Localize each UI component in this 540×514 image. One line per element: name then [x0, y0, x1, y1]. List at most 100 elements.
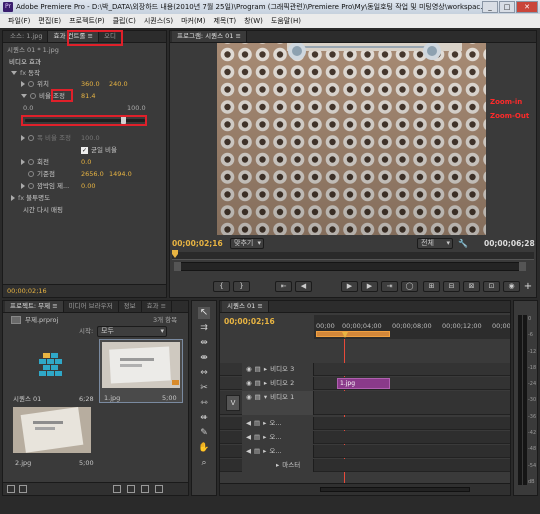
tab-sequence01[interactable]: 시퀀스 01 ≡: [222, 301, 269, 312]
zoom-tool-icon[interactable]: ⌕: [198, 457, 210, 469]
anchor-y-value[interactable]: 1494.0: [109, 169, 132, 179]
add-button-icon[interactable]: +: [522, 281, 534, 292]
slide-tool-icon[interactable]: ⇺: [198, 412, 210, 424]
program-current-time[interactable]: 00;00;02;16: [172, 239, 223, 249]
menu-edit[interactable]: 편집(E): [34, 16, 65, 26]
video-target-toggle[interactable]: V: [226, 395, 240, 411]
trim-button[interactable]: ⊠: [463, 281, 480, 292]
speaker-icon[interactable]: ◀: [246, 419, 251, 427]
mark-in-button[interactable]: {: [213, 281, 230, 292]
timeline-zoom-scroll[interactable]: [320, 487, 470, 492]
track-audio1-header[interactable]: ◀ ▤ ▸ 오...: [242, 417, 314, 430]
tab-effects[interactable]: 효과 ≡: [142, 301, 173, 312]
step-forward-button[interactable]: ▶: [361, 281, 378, 292]
time-remap-row[interactable]: 시간 다시 매핑: [23, 205, 63, 215]
speaker-icon[interactable]: ◀: [246, 447, 251, 455]
zoom-bar-right-handle[interactable]: [519, 262, 526, 271]
expand-icon[interactable]: ▸: [263, 447, 266, 455]
maximize-button[interactable]: □: [499, 1, 515, 13]
track-audio2-header[interactable]: ◀ ▤ ▸ 오...: [242, 431, 314, 444]
program-mini-ruler[interactable]: [172, 252, 534, 260]
flicker-value[interactable]: 0.00: [81, 181, 95, 191]
eye-icon[interactable]: ◉: [246, 393, 252, 401]
track-video1-header[interactable]: ◉ ▤ ▾ 비디오 1: [242, 391, 314, 415]
tab-media-browser[interactable]: 미디어 브라우저: [64, 301, 119, 312]
wrench-icon[interactable]: 🔧: [458, 239, 468, 248]
slip-tool-icon[interactable]: ⇿: [198, 397, 210, 409]
clip-1jpg[interactable]: 1.jpg: [337, 378, 390, 389]
tab-source[interactable]: 소스: 1.jpg: [5, 31, 49, 42]
stopwatch-icon[interactable]: [28, 183, 34, 189]
clear-icon[interactable]: [141, 485, 149, 493]
goto-out-button[interactable]: ⇥: [381, 281, 398, 292]
zoom-bar-left-handle[interactable]: [174, 262, 181, 271]
expand-icon[interactable]: [11, 71, 17, 75]
lock-icon[interactable]: ▤: [255, 365, 261, 373]
extract-button[interactable]: ⊟: [443, 281, 460, 292]
expand-icon[interactable]: [21, 81, 25, 87]
expand-icon[interactable]: ▸: [264, 379, 267, 387]
project-item-2jpg[interactable]: 2.jpg 5;00: [11, 405, 95, 469]
expand-icon[interactable]: ▸: [276, 461, 279, 469]
stopwatch-icon[interactable]: [30, 93, 36, 99]
menu-marker[interactable]: 마커(M): [177, 16, 209, 26]
menu-sequence[interactable]: 시퀀스(S): [140, 16, 177, 26]
new-item-icon[interactable]: [127, 485, 135, 493]
loop-button[interactable]: ◯: [401, 281, 418, 292]
tab-project[interactable]: 프로젝트: 무제 ≡: [5, 301, 64, 312]
rolling-edit-tool-icon[interactable]: ⇼: [198, 352, 210, 364]
hand-tool-icon[interactable]: ✋: [198, 442, 210, 454]
anchor-x-value[interactable]: 2656.0: [81, 169, 104, 179]
razor-tool-icon[interactable]: ✂: [198, 382, 210, 394]
fit-dropdown[interactable]: 맞추기 ▾: [230, 238, 264, 249]
position-x-value[interactable]: 360.0: [81, 79, 100, 89]
timeline-timecode[interactable]: 00;00;02;16: [224, 317, 275, 327]
menu-project[interactable]: 프로젝트(P): [65, 16, 108, 26]
track-master-header[interactable]: ▸ 마스터: [242, 459, 314, 472]
lock-icon[interactable]: ▤: [254, 419, 260, 427]
position-y-value[interactable]: 240.0: [109, 79, 128, 89]
rotation-value[interactable]: 0.0: [81, 157, 91, 167]
export-frame-button[interactable]: ◉: [503, 281, 520, 292]
tab-program[interactable]: 프로그램: 시퀀스 01 ≡: [172, 31, 247, 42]
lock-icon[interactable]: ▤: [254, 447, 260, 455]
bin-icon[interactable]: [113, 485, 121, 493]
expand-icon[interactable]: ▸: [264, 365, 267, 373]
menu-window[interactable]: 창(W): [240, 16, 267, 26]
minimize-button[interactable]: _: [482, 1, 498, 13]
icon-view-icon[interactable]: [19, 485, 27, 493]
motion-row[interactable]: fx 동작: [11, 68, 40, 78]
find-icon[interactable]: [155, 485, 163, 493]
track-video3-header[interactable]: ◉ ▤ ▸ 비디오 3: [242, 363, 314, 376]
expand-icon[interactable]: [21, 94, 27, 98]
multicam-button[interactable]: ⊡: [483, 281, 500, 292]
eye-icon[interactable]: ◉: [246, 379, 252, 387]
expand-icon[interactable]: [11, 195, 15, 201]
rate-stretch-tool-icon[interactable]: ⇔: [198, 367, 210, 379]
close-button[interactable]: ✕: [516, 1, 538, 13]
expand-icon[interactable]: ▾: [264, 393, 267, 401]
expand-icon[interactable]: ▸: [263, 433, 266, 441]
expand-icon[interactable]: [21, 159, 25, 165]
track-audio3-header[interactable]: ◀ ▤ ▸ 오...: [242, 445, 314, 458]
menu-help[interactable]: 도움말(H): [267, 16, 305, 26]
work-area-bar[interactable]: [316, 331, 390, 337]
eye-icon[interactable]: ◉: [246, 365, 252, 373]
uniform-scale-row[interactable]: ✓ 균일 비율: [81, 145, 117, 155]
tab-info[interactable]: 정보: [119, 301, 142, 312]
lift-button[interactable]: ⊞: [423, 281, 440, 292]
speaker-icon[interactable]: ◀: [246, 433, 251, 441]
stopwatch-icon[interactable]: [28, 159, 34, 165]
expand-icon[interactable]: ▸: [263, 419, 266, 427]
ripple-edit-tool-icon[interactable]: ⇹: [198, 337, 210, 349]
pen-tool-icon[interactable]: ✎: [198, 427, 210, 439]
project-item-sequence[interactable]: 시퀀스 01 6;28: [9, 339, 95, 403]
track-video2-header[interactable]: ◉ ▤ ▸ 비디오 2: [242, 377, 314, 390]
project-item-1jpg[interactable]: 1.jpg 5;00: [99, 339, 183, 403]
mark-out-button[interactable]: }: [233, 281, 250, 292]
track-select-tool-icon[interactable]: ⇉: [198, 322, 210, 334]
step-back-button[interactable]: ◀: [295, 281, 312, 292]
quality-dropdown[interactable]: 전체 ▾: [417, 238, 453, 249]
goto-in-button[interactable]: ⇤: [275, 281, 292, 292]
lock-icon[interactable]: ▤: [254, 433, 260, 441]
